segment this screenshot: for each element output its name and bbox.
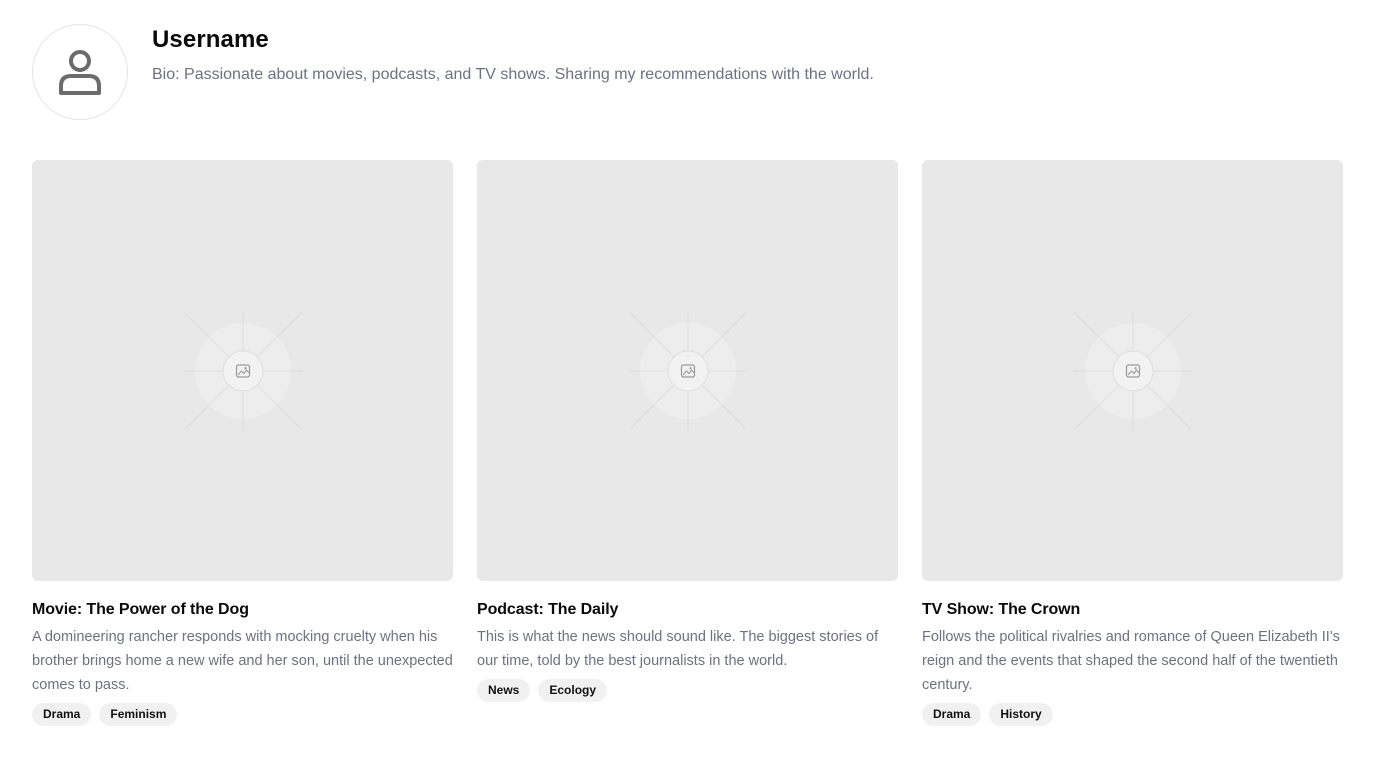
tag[interactable]: News: [477, 679, 531, 702]
recommendation-card[interactable]: Movie: The Power of the Dog A domineerin…: [32, 160, 453, 726]
tag[interactable]: Ecology: [538, 679, 608, 702]
card-image-placeholder[interactable]: [32, 160, 453, 581]
image-placeholder-icon: [182, 310, 303, 431]
avatar: [32, 24, 128, 120]
tag[interactable]: Drama: [32, 703, 92, 726]
card-description: A domineering rancher responds with mock…: [32, 629, 453, 693]
card-description: This is what the news should sound like.…: [477, 629, 879, 669]
tag[interactable]: Feminism: [99, 703, 178, 726]
recommendation-card[interactable]: Podcast: The Daily This is what the news…: [477, 160, 898, 726]
card-title[interactable]: Movie: The Power of the Dog: [32, 599, 453, 621]
image-placeholder-icon: [1072, 310, 1193, 431]
tag-list: Drama History: [922, 703, 1343, 726]
recommendations-grid: Movie: The Power of the Dog A domineerin…: [32, 160, 1344, 726]
tag-list: Drama Feminism: [32, 703, 453, 726]
profile-header: Username Bio: Passionate about movies, p…: [32, 24, 1344, 120]
user-icon: [59, 50, 101, 95]
card-description: Follows the political rivalries and roma…: [922, 629, 1340, 693]
card-title[interactable]: TV Show: The Crown: [922, 599, 1343, 621]
bio: Bio: Passionate about movies, podcasts, …: [152, 66, 874, 83]
recommendation-card[interactable]: TV Show: The Crown Follows the political…: [922, 160, 1343, 726]
tag[interactable]: Drama: [922, 703, 982, 726]
profile-page: Username Bio: Passionate about movies, p…: [0, 0, 1376, 763]
profile-text: Username Bio: Passionate about movies, p…: [152, 24, 874, 86]
tag[interactable]: History: [989, 703, 1053, 726]
card-title[interactable]: Podcast: The Daily: [477, 599, 898, 621]
tag-list: News Ecology: [477, 679, 898, 702]
username: Username: [152, 26, 269, 53]
card-image-placeholder[interactable]: [922, 160, 1343, 581]
image-placeholder-icon: [627, 310, 748, 431]
card-image-placeholder[interactable]: [477, 160, 898, 581]
